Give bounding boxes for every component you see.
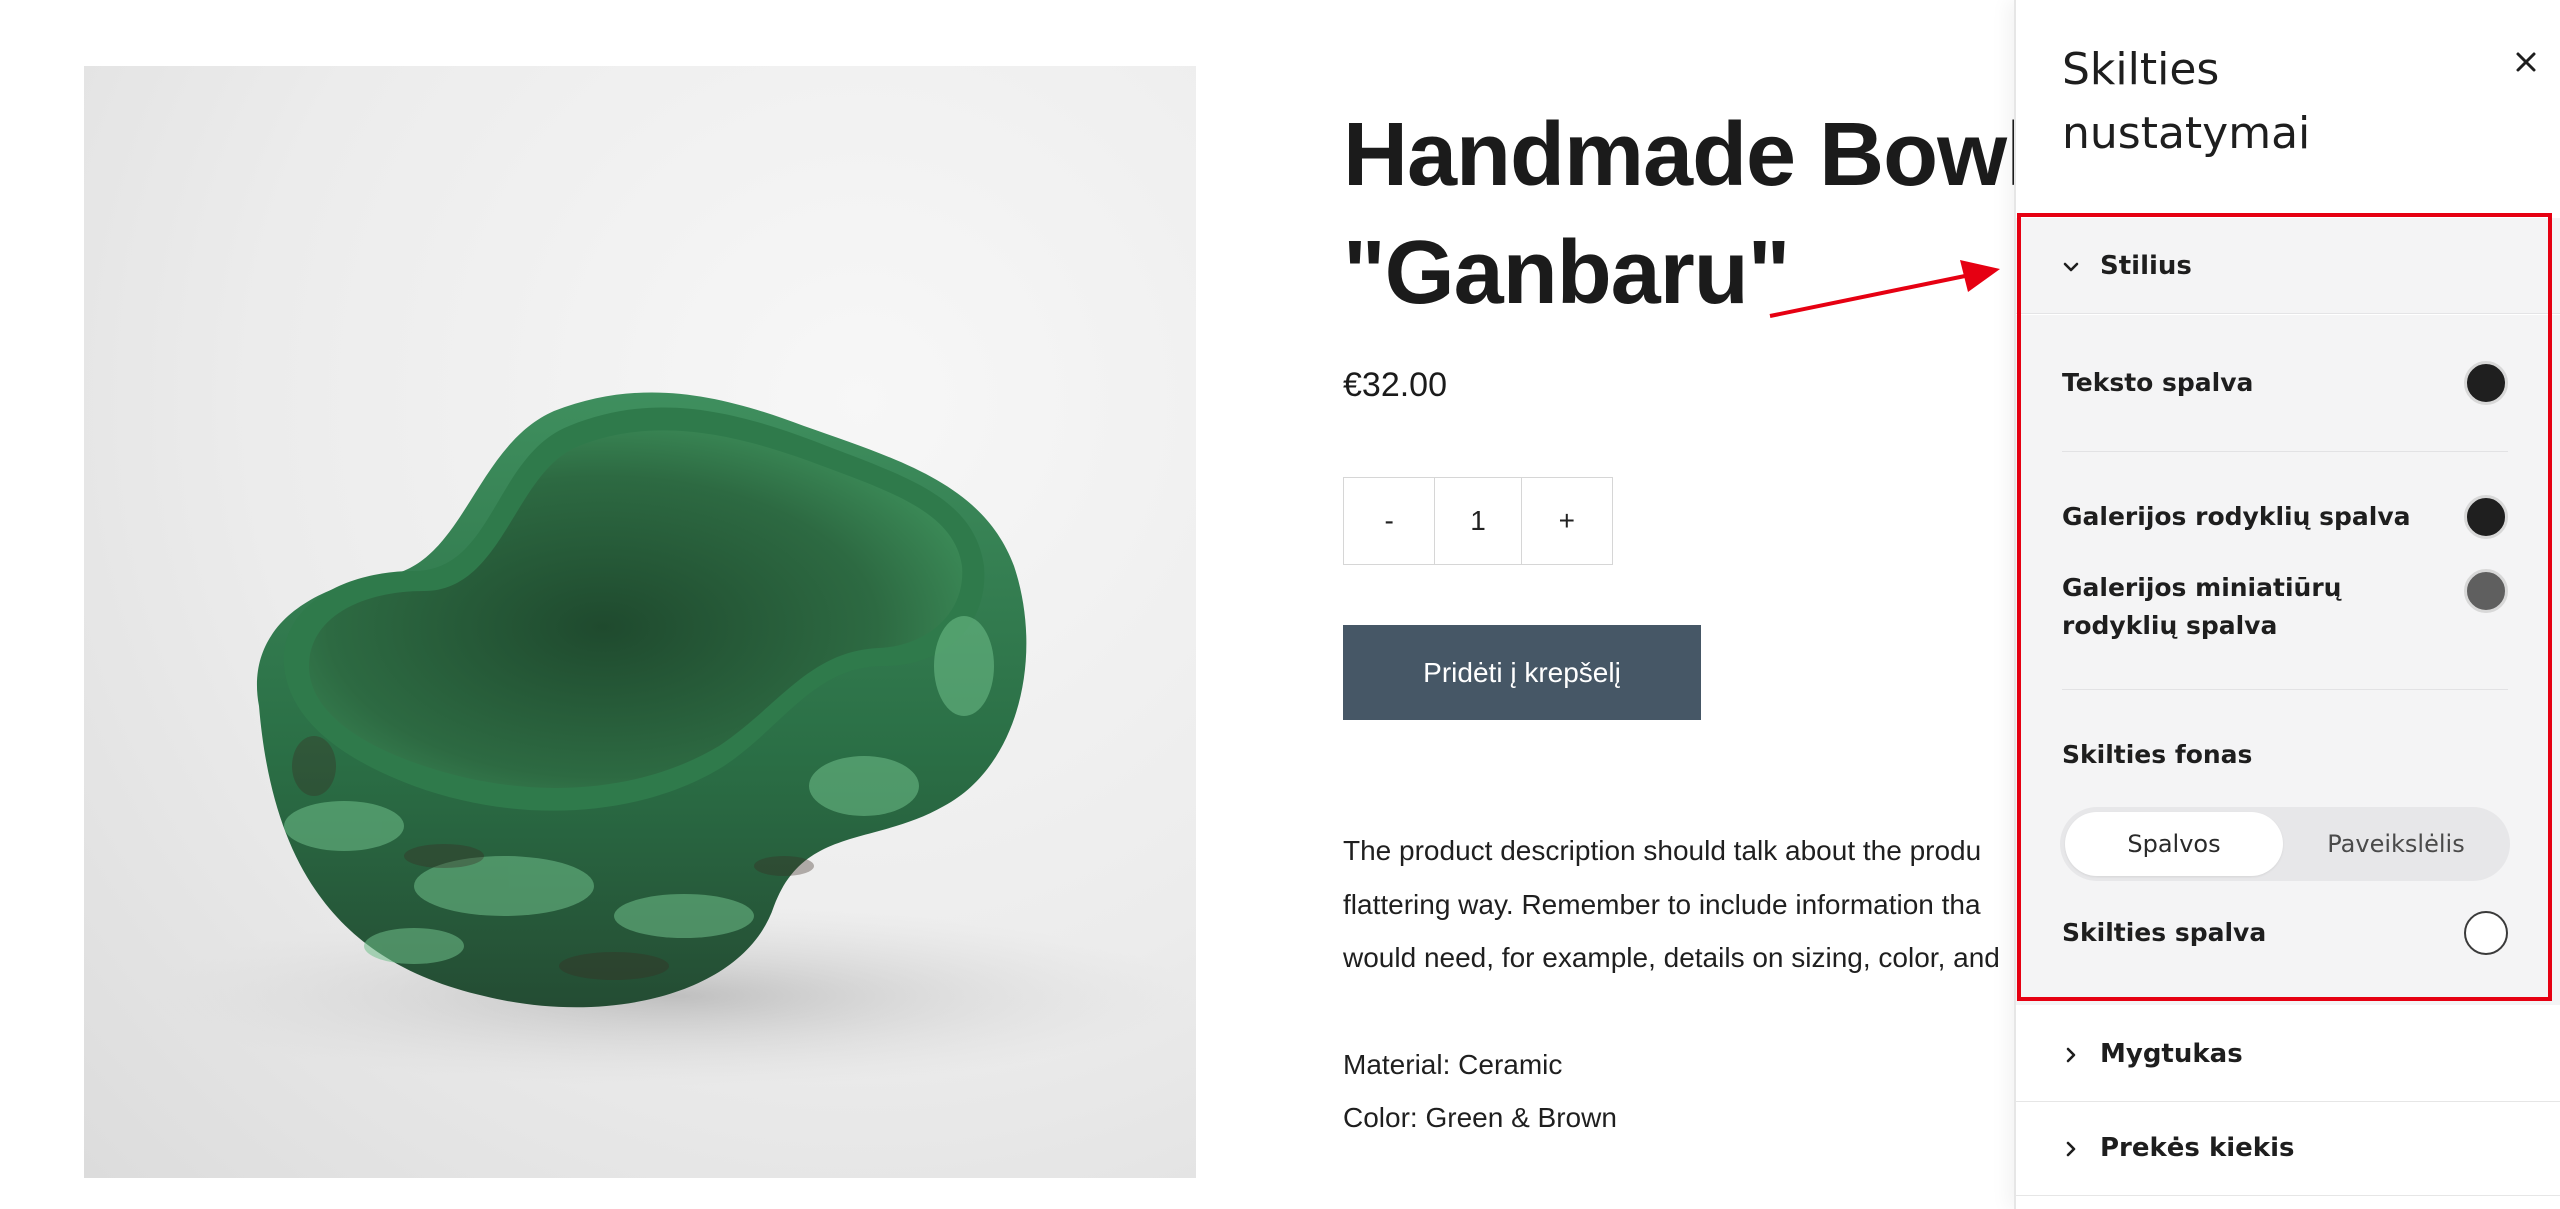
- background-option-image[interactable]: Paveikslėlis: [2287, 812, 2505, 876]
- section-header-label: Mygtukas: [2100, 1038, 2243, 1069]
- section-header-style[interactable]: Stilius: [2016, 218, 2560, 314]
- gallery-thumb-arrow-color-swatch[interactable]: [2464, 569, 2508, 613]
- chevron-down-icon: [2060, 255, 2082, 277]
- description-line: would need, for example, details on sizi…: [1343, 942, 2000, 973]
- section-background-label: Skilties fonas: [2062, 740, 2253, 769]
- section-color-label: Skilties spalva: [2062, 918, 2267, 947]
- divider: [2062, 689, 2508, 690]
- gallery-arrow-color-label: Galerijos rodyklių spalva: [2062, 502, 2411, 531]
- quantity-increase-button[interactable]: +: [1522, 478, 1612, 564]
- background-option-colors[interactable]: Spalvos: [2065, 812, 2283, 876]
- description-line: The product description should talk abou…: [1343, 835, 1982, 866]
- gallery-arrow-color-swatch[interactable]: [2464, 495, 2508, 539]
- description-line: flattering way. Remember to include info…: [1343, 888, 1981, 920]
- section-header-label: Stilius: [2100, 250, 2192, 281]
- section-header-quantity[interactable]: Prekės kiekis: [2016, 1100, 2560, 1196]
- section-header-button[interactable]: Mygtukas: [2016, 1006, 2560, 1102]
- divider: [2062, 451, 2508, 452]
- section-settings-panel: Skilties nustatymai Stilius Teksto spalv…: [2014, 0, 2560, 1209]
- product-description: The product description should talk abou…: [1343, 824, 2015, 1145]
- product-image: [84, 66, 1196, 1178]
- text-color-label: Teksto spalva: [2062, 368, 2254, 397]
- background-type-toggle: Spalvos Paveikslėlis: [2060, 807, 2510, 881]
- product-title: Handmade Bowl "Ganbaru": [1343, 105, 2031, 323]
- close-icon[interactable]: [2506, 42, 2546, 82]
- gallery-thumb-arrow-color-label: Galerijos miniatiūrų rodyklių spalva: [2062, 573, 2342, 640]
- chevron-right-icon: [2060, 1043, 2082, 1065]
- quantity-decrease-button[interactable]: -: [1344, 478, 1434, 564]
- section-header-label: Prekės kiekis: [2100, 1132, 2295, 1163]
- quantity-input[interactable]: 1: [1434, 478, 1522, 564]
- color-text: Color: Green & Brown: [1343, 1102, 1617, 1133]
- chevron-right-icon: [2060, 1137, 2082, 1159]
- bowl-illustration: [154, 392, 1194, 1086]
- product-price: €32.00: [1343, 366, 1447, 404]
- add-to-cart-button[interactable]: Pridėti į krepšelį: [1343, 625, 1701, 720]
- text-color-swatch[interactable]: [2464, 361, 2508, 405]
- section-color-swatch[interactable]: [2464, 911, 2508, 955]
- quantity-stepper: - 1 +: [1343, 477, 1613, 565]
- panel-title: Skilties nustatymai: [2062, 44, 2311, 159]
- style-section-body: Teksto spalva Galerijos rodyklių spalva …: [2016, 315, 2560, 1005]
- material-text: Material: Ceramic: [1343, 1048, 1563, 1080]
